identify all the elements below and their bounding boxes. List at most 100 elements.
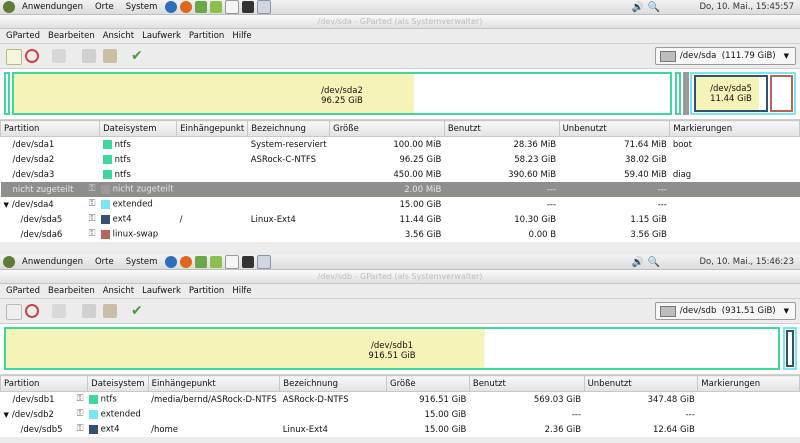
table-row[interactable]: ▼/dev/sda4 ⚿ extended 15.00 GiB --- --- bbox=[1, 197, 800, 212]
fs-color-swatch bbox=[100, 184, 110, 194]
key-icon: ⚿ bbox=[76, 394, 84, 405]
table-row[interactable]: /dev/sdb5 ⚿ ext4 /home Linux-Ext4 15.00 G… bbox=[1, 422, 800, 437]
column-header[interactable]: Benutzt bbox=[468, 375, 585, 392]
partition-block-sda5[interactable]: /dev/sda5 11.44 GiB bbox=[694, 75, 768, 112]
cell-unused: 71.64 MiB bbox=[624, 139, 667, 150]
hard-disk-icon bbox=[659, 50, 676, 62]
table-row[interactable]: /dev/sda6 ⚿ linux-swap 3.56 GiB 0.00 B 3.… bbox=[1, 227, 800, 242]
applications-menu[interactable]: Anwendungen bbox=[22, 257, 83, 267]
column-header[interactable]: Markierungen bbox=[669, 120, 800, 137]
apply-icon[interactable]: ✔ bbox=[131, 49, 145, 63]
places-menu[interactable]: Orte bbox=[95, 257, 114, 267]
clock[interactable]: Do, 10. Mai., 15:45:57 bbox=[699, 2, 794, 12]
firefox-icon[interactable] bbox=[180, 1, 193, 13]
settings-icon[interactable] bbox=[210, 1, 223, 13]
partition-block-sdb1[interactable]: /dev/sdb1 916.51 GiB bbox=[4, 327, 780, 370]
terminal-icon[interactable] bbox=[242, 1, 255, 13]
menu-edit[interactable]: Bearbeiten bbox=[48, 286, 95, 296]
menu-partition[interactable]: Partition bbox=[189, 286, 224, 296]
menu-help[interactable]: Hilfe bbox=[232, 286, 251, 296]
column-header[interactable]: Einhängepunkt bbox=[147, 375, 281, 392]
tools-icon[interactable] bbox=[195, 256, 208, 268]
delete-icon[interactable] bbox=[25, 49, 39, 63]
expander-icon[interactable]: ▼ bbox=[4, 411, 9, 419]
cell-mount: /home bbox=[151, 424, 179, 435]
partition-block-sda3[interactable] bbox=[675, 72, 681, 115]
column-header[interactable]: Markierungen bbox=[697, 375, 800, 392]
table-row[interactable]: /dev/sda5 ⚿ ext4 / Linux-Ext4 11.44 GiB 1… bbox=[1, 212, 800, 227]
table-row[interactable]: /dev/sda1 ntfs System-reserviert 100.00 … bbox=[1, 137, 800, 153]
table-row[interactable]: /dev/sda3 ntfs 450.00 MiB 390.60 MiB 59.… bbox=[1, 167, 800, 182]
places-menu[interactable]: Orte bbox=[95, 2, 114, 12]
column-header[interactable]: Größe bbox=[329, 120, 445, 137]
settings-icon[interactable] bbox=[210, 256, 223, 268]
menu-partition[interactable]: Partition bbox=[189, 31, 224, 41]
apply-icon[interactable]: ✔ bbox=[131, 304, 145, 318]
resize-move-icon[interactable] bbox=[52, 49, 66, 63]
column-header[interactable]: Bezeichnung bbox=[279, 375, 387, 392]
new-partition-icon[interactable] bbox=[6, 304, 22, 320]
volume-icon[interactable]: 🔊 bbox=[632, 257, 644, 268]
new-partition-icon[interactable] bbox=[6, 49, 22, 65]
system-menu[interactable]: System bbox=[126, 2, 158, 12]
cell-size: 916.51 GiB bbox=[419, 394, 467, 405]
paste-icon[interactable] bbox=[103, 49, 117, 63]
column-header[interactable]: Unbenutzt bbox=[558, 120, 671, 137]
column-header[interactable]: Benutzt bbox=[443, 120, 560, 137]
thunderbird-icon[interactable] bbox=[165, 256, 178, 268]
cell-size: 15.00 GiB bbox=[424, 409, 467, 420]
device-selector[interactable]: /dev/sda (111.79 GiB) ▼ bbox=[654, 47, 796, 65]
firefox-icon[interactable] bbox=[180, 256, 193, 268]
column-header[interactable]: Partition bbox=[0, 120, 101, 137]
copy-icon[interactable] bbox=[82, 304, 96, 318]
search-icon[interactable]: 🔍 bbox=[648, 257, 660, 268]
fs-name: ext4 bbox=[100, 424, 120, 435]
search-icon[interactable]: 🔍 bbox=[648, 2, 660, 13]
partition-block-sda1[interactable] bbox=[4, 72, 10, 115]
menu-device[interactable]: Laufwerk bbox=[142, 286, 181, 296]
ubuntu-logo-icon[interactable] bbox=[3, 1, 15, 13]
key-icon: ⚿ bbox=[76, 409, 84, 420]
unallocated-block[interactable] bbox=[683, 72, 689, 115]
column-header[interactable]: Einhängepunkt bbox=[176, 120, 249, 137]
copy-icon[interactable] bbox=[82, 49, 96, 63]
column-header[interactable]: Unbenutzt bbox=[583, 375, 699, 392]
column-header[interactable]: Größe bbox=[385, 375, 470, 392]
calculator-icon[interactable] bbox=[257, 0, 272, 14]
applications-menu[interactable]: Anwendungen bbox=[22, 2, 83, 12]
table-row[interactable]: /dev/sda2 ntfs ASRock-C-NTFS 96.25 GiB 5… bbox=[1, 152, 800, 167]
partition-block-sda2[interactable]: /dev/sda2 96.25 GiB bbox=[12, 72, 672, 115]
menu-gparted[interactable]: GParted bbox=[6, 31, 40, 41]
column-header[interactable]: Dateisystem bbox=[99, 120, 178, 137]
resize-move-icon[interactable] bbox=[52, 304, 66, 318]
expander-icon[interactable]: ▼ bbox=[4, 201, 9, 209]
table-row-selected[interactable]: nicht zugeteilt ⚿ nicht zugeteilt 2.00 Mi… bbox=[0, 182, 800, 197]
cell-unused: --- bbox=[657, 199, 667, 210]
ubuntu-logo-icon[interactable] bbox=[3, 256, 15, 268]
partition-block-sdb5[interactable] bbox=[786, 330, 794, 367]
device-selector[interactable]: /dev/sdb (931.51 GiB) ▼ bbox=[654, 302, 796, 320]
menu-view[interactable]: Ansicht bbox=[103, 31, 134, 41]
system-menu[interactable]: System bbox=[126, 257, 158, 267]
terminal-icon[interactable] bbox=[242, 256, 255, 268]
table-row[interactable]: /dev/sdb1 ⚿ ntfs /media/bernd/ASRock-D-NT… bbox=[1, 392, 800, 408]
column-header[interactable]: Dateisystem bbox=[87, 375, 149, 392]
paste-icon[interactable] bbox=[103, 304, 117, 318]
text-editor-icon[interactable] bbox=[225, 0, 240, 14]
menu-edit[interactable]: Bearbeiten bbox=[48, 31, 95, 41]
menu-gparted[interactable]: GParted bbox=[6, 286, 40, 296]
partition-block-sda6[interactable] bbox=[770, 75, 793, 112]
tools-icon[interactable] bbox=[195, 1, 208, 13]
delete-icon[interactable] bbox=[25, 304, 39, 318]
clock[interactable]: Do, 10. Mai., 15:46:23 bbox=[699, 257, 794, 267]
text-editor-icon[interactable] bbox=[225, 255, 240, 269]
calculator-icon[interactable] bbox=[257, 255, 272, 269]
menu-device[interactable]: Laufwerk bbox=[142, 31, 181, 41]
column-header[interactable]: Bezeichnung bbox=[247, 120, 331, 137]
table-row[interactable]: ▼/dev/sdb2 ⚿ extended 15.00 GiB --- --- bbox=[1, 407, 800, 422]
volume-icon[interactable]: 🔊 bbox=[632, 2, 644, 13]
menu-view[interactable]: Ansicht bbox=[103, 286, 134, 296]
column-header[interactable]: Partition bbox=[0, 375, 89, 392]
thunderbird-icon[interactable] bbox=[165, 1, 178, 13]
menu-help[interactable]: Hilfe bbox=[232, 31, 251, 41]
